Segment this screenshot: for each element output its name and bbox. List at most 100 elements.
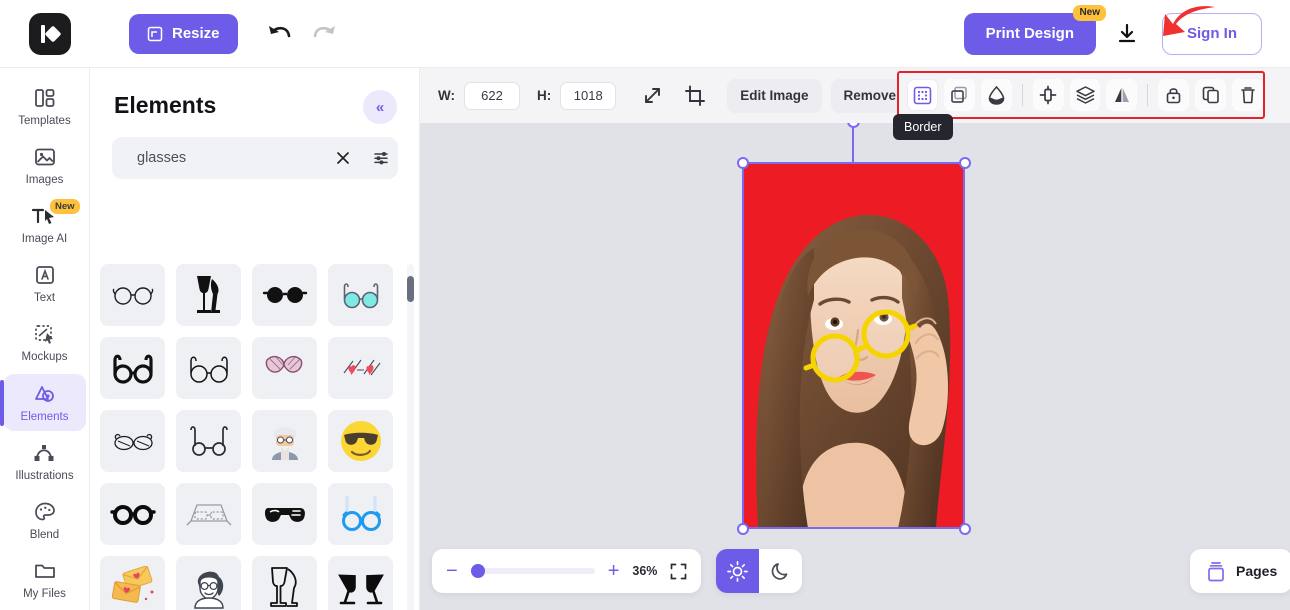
sidebar-item-my-files[interactable]: My Files [4,551,86,608]
my-files-icon [34,564,55,578]
blend-icon [34,502,55,521]
element-thumbnail[interactable] [328,483,393,545]
flip-button[interactable] [1106,79,1138,111]
element-thumbnail[interactable] [328,556,393,610]
layers-icon [1075,86,1095,104]
top-bar-right-group: Print Design New Sign In [963,4,1290,55]
toolbar-separator [1147,84,1149,106]
element-thumbnail[interactable] [176,337,241,399]
layers-button[interactable] [1069,79,1101,111]
smiling-sunglasses-emoji-icon [340,421,381,461]
resize-handle-top-right[interactable] [959,157,971,169]
plus-icon: + [607,560,620,582]
dark-theme-button[interactable] [759,549,802,593]
element-thumbnail[interactable] [100,483,165,545]
zoom-in-button[interactable]: + [608,561,620,581]
panel-scrollbar-thumb[interactable] [407,276,414,302]
opacity-button[interactable] [980,79,1012,111]
elements-panel: Elements « [90,68,420,610]
resize-diagonal-button[interactable] [635,78,670,113]
copy-button[interactable] [1195,79,1227,111]
resize-handle-top-left[interactable] [737,157,749,169]
collapse-panel-button[interactable]: « [363,90,397,124]
mockups-icon [34,325,53,345]
sidebar-item-mockups[interactable]: Mockups [4,314,86,371]
redo-button[interactable] [312,23,338,45]
sidebar-item-label: Templates [18,115,71,128]
app-logo[interactable] [29,12,71,55]
zoom-slider[interactable] [470,564,595,578]
element-thumbnail[interactable] [176,556,241,610]
width-input[interactable] [464,81,520,110]
sidebar-item-elements[interactable]: Elements [0,373,86,431]
height-input[interactable] [560,81,617,110]
shadow-button[interactable] [943,79,975,111]
canvas-area[interactable] [420,68,1290,610]
sidebar-item-label: Image AI [21,233,68,246]
sidebar-item-illustrations[interactable]: Illustrations [4,433,86,490]
zoom-out-button[interactable]: − [446,561,458,581]
element-thumbnail[interactable] [176,483,241,545]
light-theme-button[interactable] [716,549,759,593]
fit-screen-button[interactable] [670,563,687,580]
illustrations-icon [34,444,53,461]
sidebar-item-text[interactable]: Text [4,255,86,312]
highlighted-action-group [897,71,1265,119]
sidebar-item-label: Images [25,174,64,187]
element-thumbnail[interactable] [328,410,393,472]
pages-button[interactable]: Pages [1190,549,1290,593]
text-icon [35,266,54,285]
sidebar-item-templates[interactable]: Templates [4,78,86,135]
element-thumbnail[interactable] [100,264,165,326]
sidebar-item-blend[interactable]: Blend [4,492,86,549]
search-filter-button[interactable] [373,150,391,166]
undo-button[interactable] [266,23,292,45]
search-input[interactable] [137,150,324,166]
element-thumbnail[interactable] [252,337,317,399]
eyeglasses-thin-outline-icon [189,356,228,383]
cheers-wine-glasses-black-icon [337,574,384,605]
crop-icon [685,85,706,106]
element-thumbnail[interactable] [328,337,393,399]
border-button[interactable] [907,79,938,111]
element-thumbnail[interactable] [252,264,317,326]
sidebar-item-image-ai[interactable]: New Image AI [4,196,86,253]
panel-scrollbar-track[interactable] [407,264,414,610]
element-thumbnail[interactable] [176,264,241,326]
person-with-glasses-avatar-icon [271,427,298,460]
selection-box[interactable] [742,162,965,529]
elements-icon [34,385,54,402]
undo-redo-group [266,23,338,45]
sun-icon [727,560,748,582]
sidebar-item-images[interactable]: Images [4,137,86,194]
droplet-icon [988,85,1005,105]
zoom-slider-knob[interactable] [470,564,485,578]
resize-button[interactable]: Resize [129,13,238,54]
element-thumbnail[interactable] [252,410,317,472]
resize-handle-bottom-left[interactable] [737,523,749,535]
element-thumbnail[interactable] [252,483,317,545]
element-thumbnail[interactable] [100,556,165,610]
element-thumbnail[interactable] [100,337,165,399]
search-bar[interactable] [112,137,398,179]
sidebar-item-label: Illustrations [15,469,74,482]
round-glasses-solid-black-icon [109,505,156,525]
element-thumbnail[interactable] [100,410,165,472]
align-button[interactable] [1032,79,1064,111]
toolbar-separator [1021,84,1023,106]
resize-handle-bottom-right[interactable] [959,523,971,535]
download-button[interactable] [1114,14,1144,54]
width-label: W: [438,88,455,103]
delete-button[interactable] [1232,79,1264,111]
resize-diagonal-icon [644,88,660,103]
element-thumbnail[interactable] [328,264,393,326]
print-design-button[interactable]: Print Design New [963,4,1106,55]
eyeglasses-frame-outline-icon [189,426,228,456]
element-thumbnail[interactable] [252,556,317,610]
crop-button[interactable] [678,78,713,113]
element-thumbnail[interactable] [176,410,241,472]
clear-search-button[interactable] [335,150,351,166]
edit-image-button[interactable]: Edit Image [727,78,822,113]
sign-in-button[interactable]: Sign In [1162,12,1262,55]
lock-button[interactable] [1158,79,1190,111]
